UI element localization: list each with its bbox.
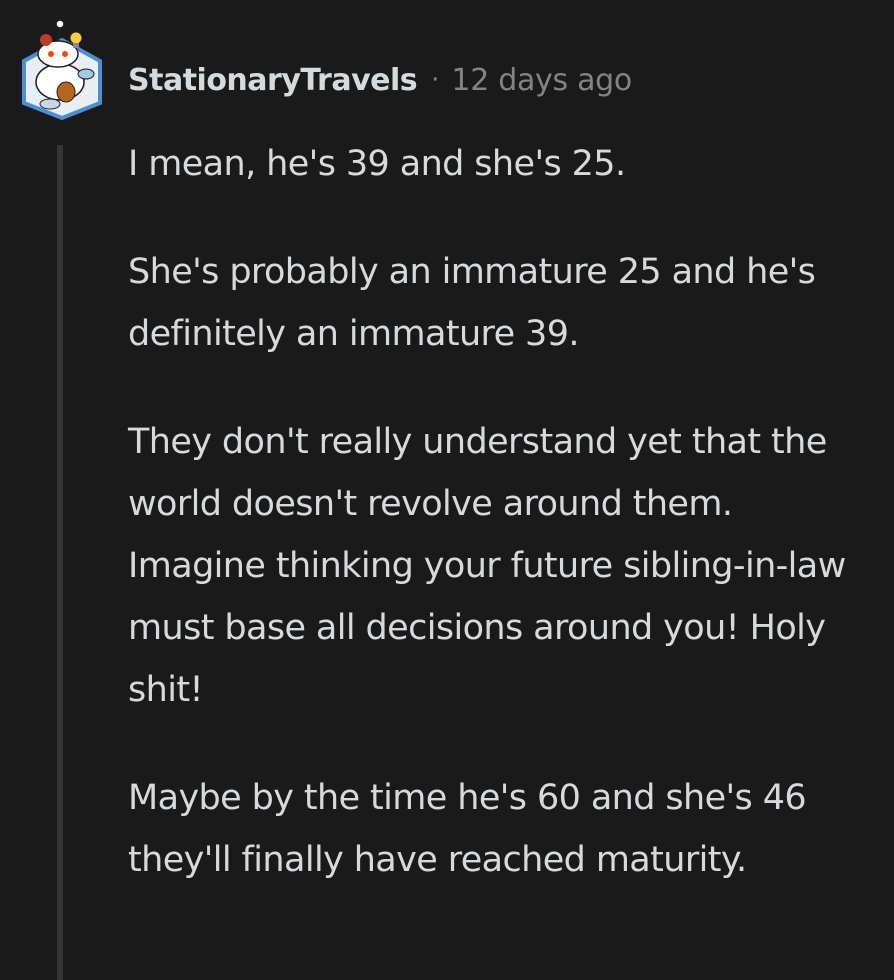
timestamp-link[interactable]: 12 days ago <box>451 63 632 98</box>
comment: StationaryTravels · 12 days ago I mean, … <box>0 0 894 980</box>
thread-collapse-line[interactable] <box>57 145 63 980</box>
comment-header: StationaryTravels · 12 days ago <box>128 58 632 102</box>
separator-dot: · <box>431 65 440 95</box>
comment-paragraph: They don't really understand yet that th… <box>128 422 846 710</box>
username-link[interactable]: StationaryTravels <box>128 63 418 98</box>
comment-paragraph: She's probably an immature 25 and he's d… <box>128 252 816 354</box>
comment-paragraph: Maybe by the time he's 60 and she's 46 t… <box>128 778 807 880</box>
comment-body: I mean, he's 39 and she's 25. She's prob… <box>128 133 868 891</box>
user-avatar[interactable] <box>20 12 104 121</box>
snoo-avatar-icon <box>22 19 102 121</box>
comment-paragraph: I mean, he's 39 and she's 25. <box>128 144 626 184</box>
